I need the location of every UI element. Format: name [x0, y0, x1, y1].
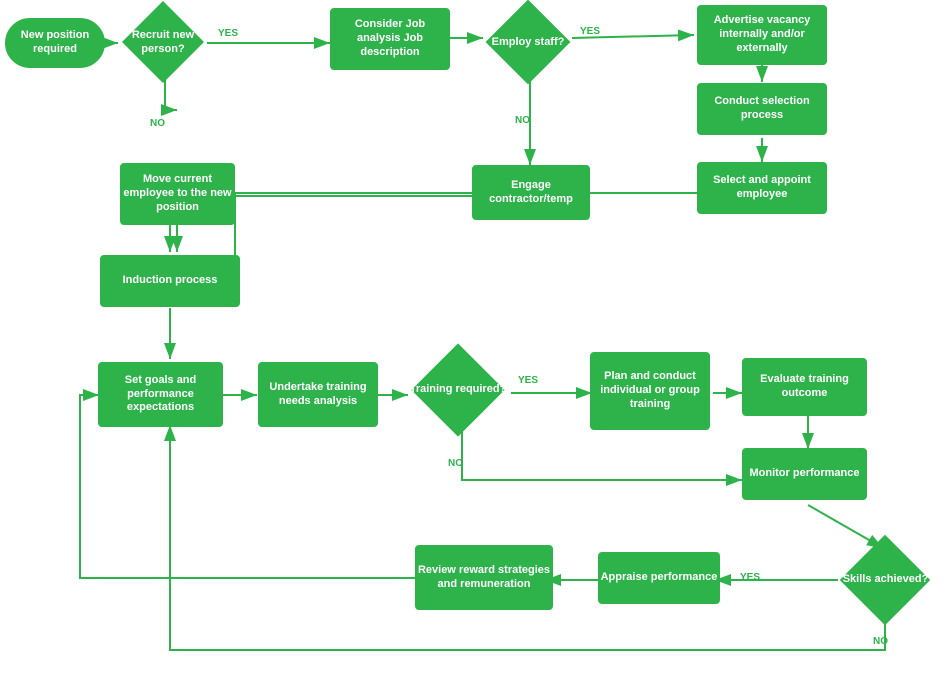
label-no-skills: NO — [873, 636, 888, 647]
induction-node: Induction process — [100, 255, 240, 307]
label-yes-skills: YES — [740, 572, 760, 583]
select-appoint-node: Select and appoint employee — [697, 162, 827, 214]
consider-job-node: Consider Job analysis Job description — [330, 8, 450, 70]
label-no-recruit: NO — [150, 118, 165, 129]
label-yes-employ: YES — [580, 26, 600, 37]
advertise-node: Advertise vacancy internally and/or exte… — [697, 5, 827, 65]
evaluate-training-node: Evaluate training outcome — [742, 358, 867, 416]
label-no-training: NO — [448, 458, 463, 469]
plan-conduct-node: Plan and conduct individual or group tra… — [590, 352, 710, 430]
recruit-new-node: Recruit new person? — [118, 10, 208, 75]
label-yes-training: YES — [518, 375, 538, 386]
undertake-training-node: Undertake training needs analysis — [258, 362, 378, 427]
skills-achieved-node: Skills achieved? — [838, 544, 933, 616]
engage-contractor-node: Engage contractor/temp — [472, 165, 590, 220]
new-position-node: New position required — [5, 18, 105, 68]
flowchart: YES NO YES NO YES NO YES NO New position… — [0, 0, 945, 694]
employ-staff-node: Employ staff? — [482, 10, 574, 75]
conduct-selection-node: Conduct selection process — [697, 83, 827, 135]
label-no-employ: NO — [515, 115, 530, 126]
label-yes-recruit: YES — [218, 28, 238, 39]
appraise-node: Appraise performance — [598, 552, 720, 604]
monitor-performance-node: Monitor performance — [742, 448, 867, 500]
training-required-node: Training required? — [408, 354, 508, 426]
move-employee-node: Move current employee to the new positio… — [120, 163, 235, 225]
review-reward-node: Review reward strategies and remuneratio… — [415, 545, 553, 610]
set-goals-node: Set goals and performance expectations — [98, 362, 223, 427]
